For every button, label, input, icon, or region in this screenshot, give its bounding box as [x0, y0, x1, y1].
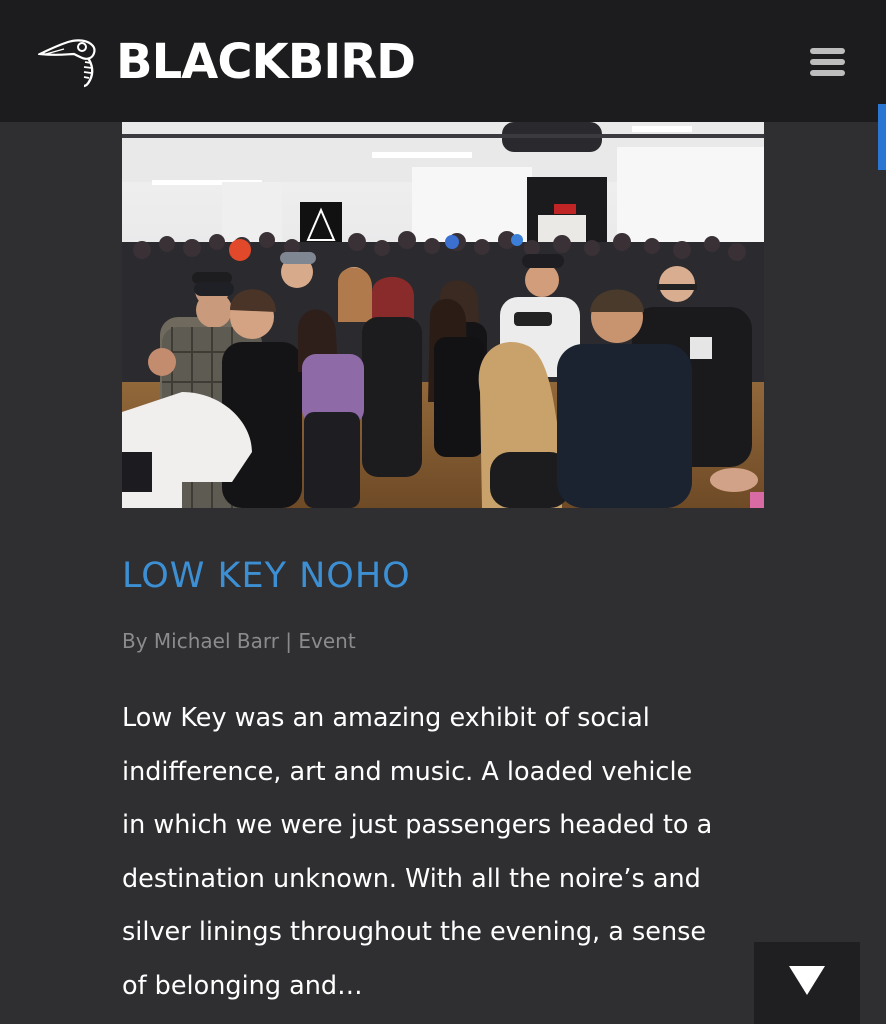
hamburger-menu-icon[interactable]	[800, 40, 856, 84]
excerpt-line: of belonging and…	[122, 970, 363, 1001]
post-title[interactable]: LOW KEY NOHO	[122, 552, 411, 600]
page: BLACKBIRD LOW KEY NOHO By Michael Barr |…	[0, 0, 886, 1024]
excerpt-line: silver linings throughout the evening, a…	[122, 917, 707, 947]
excerpt-line: destination unknown. With all the noire’…	[122, 863, 701, 894]
site-brand[interactable]: BLACKBIRD	[116, 30, 416, 94]
excerpt-line: Low Key was an amazing exhibit of social	[122, 703, 650, 733]
event-crowd-photo[interactable]	[122, 122, 764, 508]
crow-skull-icon[interactable]	[36, 32, 98, 88]
meta-separator: |	[278, 629, 299, 653]
triangle-down-icon	[789, 966, 825, 995]
excerpt-line: indifference, art and music. A loaded ve…	[122, 756, 693, 787]
scrollbar-thumb[interactable]	[878, 104, 886, 170]
author-link[interactable]: Michael Barr	[154, 629, 279, 653]
excerpt-line: in which we were just passengers headed …	[122, 810, 713, 840]
post-excerpt: Low Key was an amazing exhibit of social…	[122, 692, 782, 1013]
meta-by-prefix: By	[122, 629, 154, 653]
category-link[interactable]: Event	[298, 629, 355, 653]
scroll-down-button[interactable]	[754, 942, 860, 1024]
site-header: BLACKBIRD	[0, 0, 886, 122]
post-meta: By Michael Barr | Event	[122, 626, 356, 656]
